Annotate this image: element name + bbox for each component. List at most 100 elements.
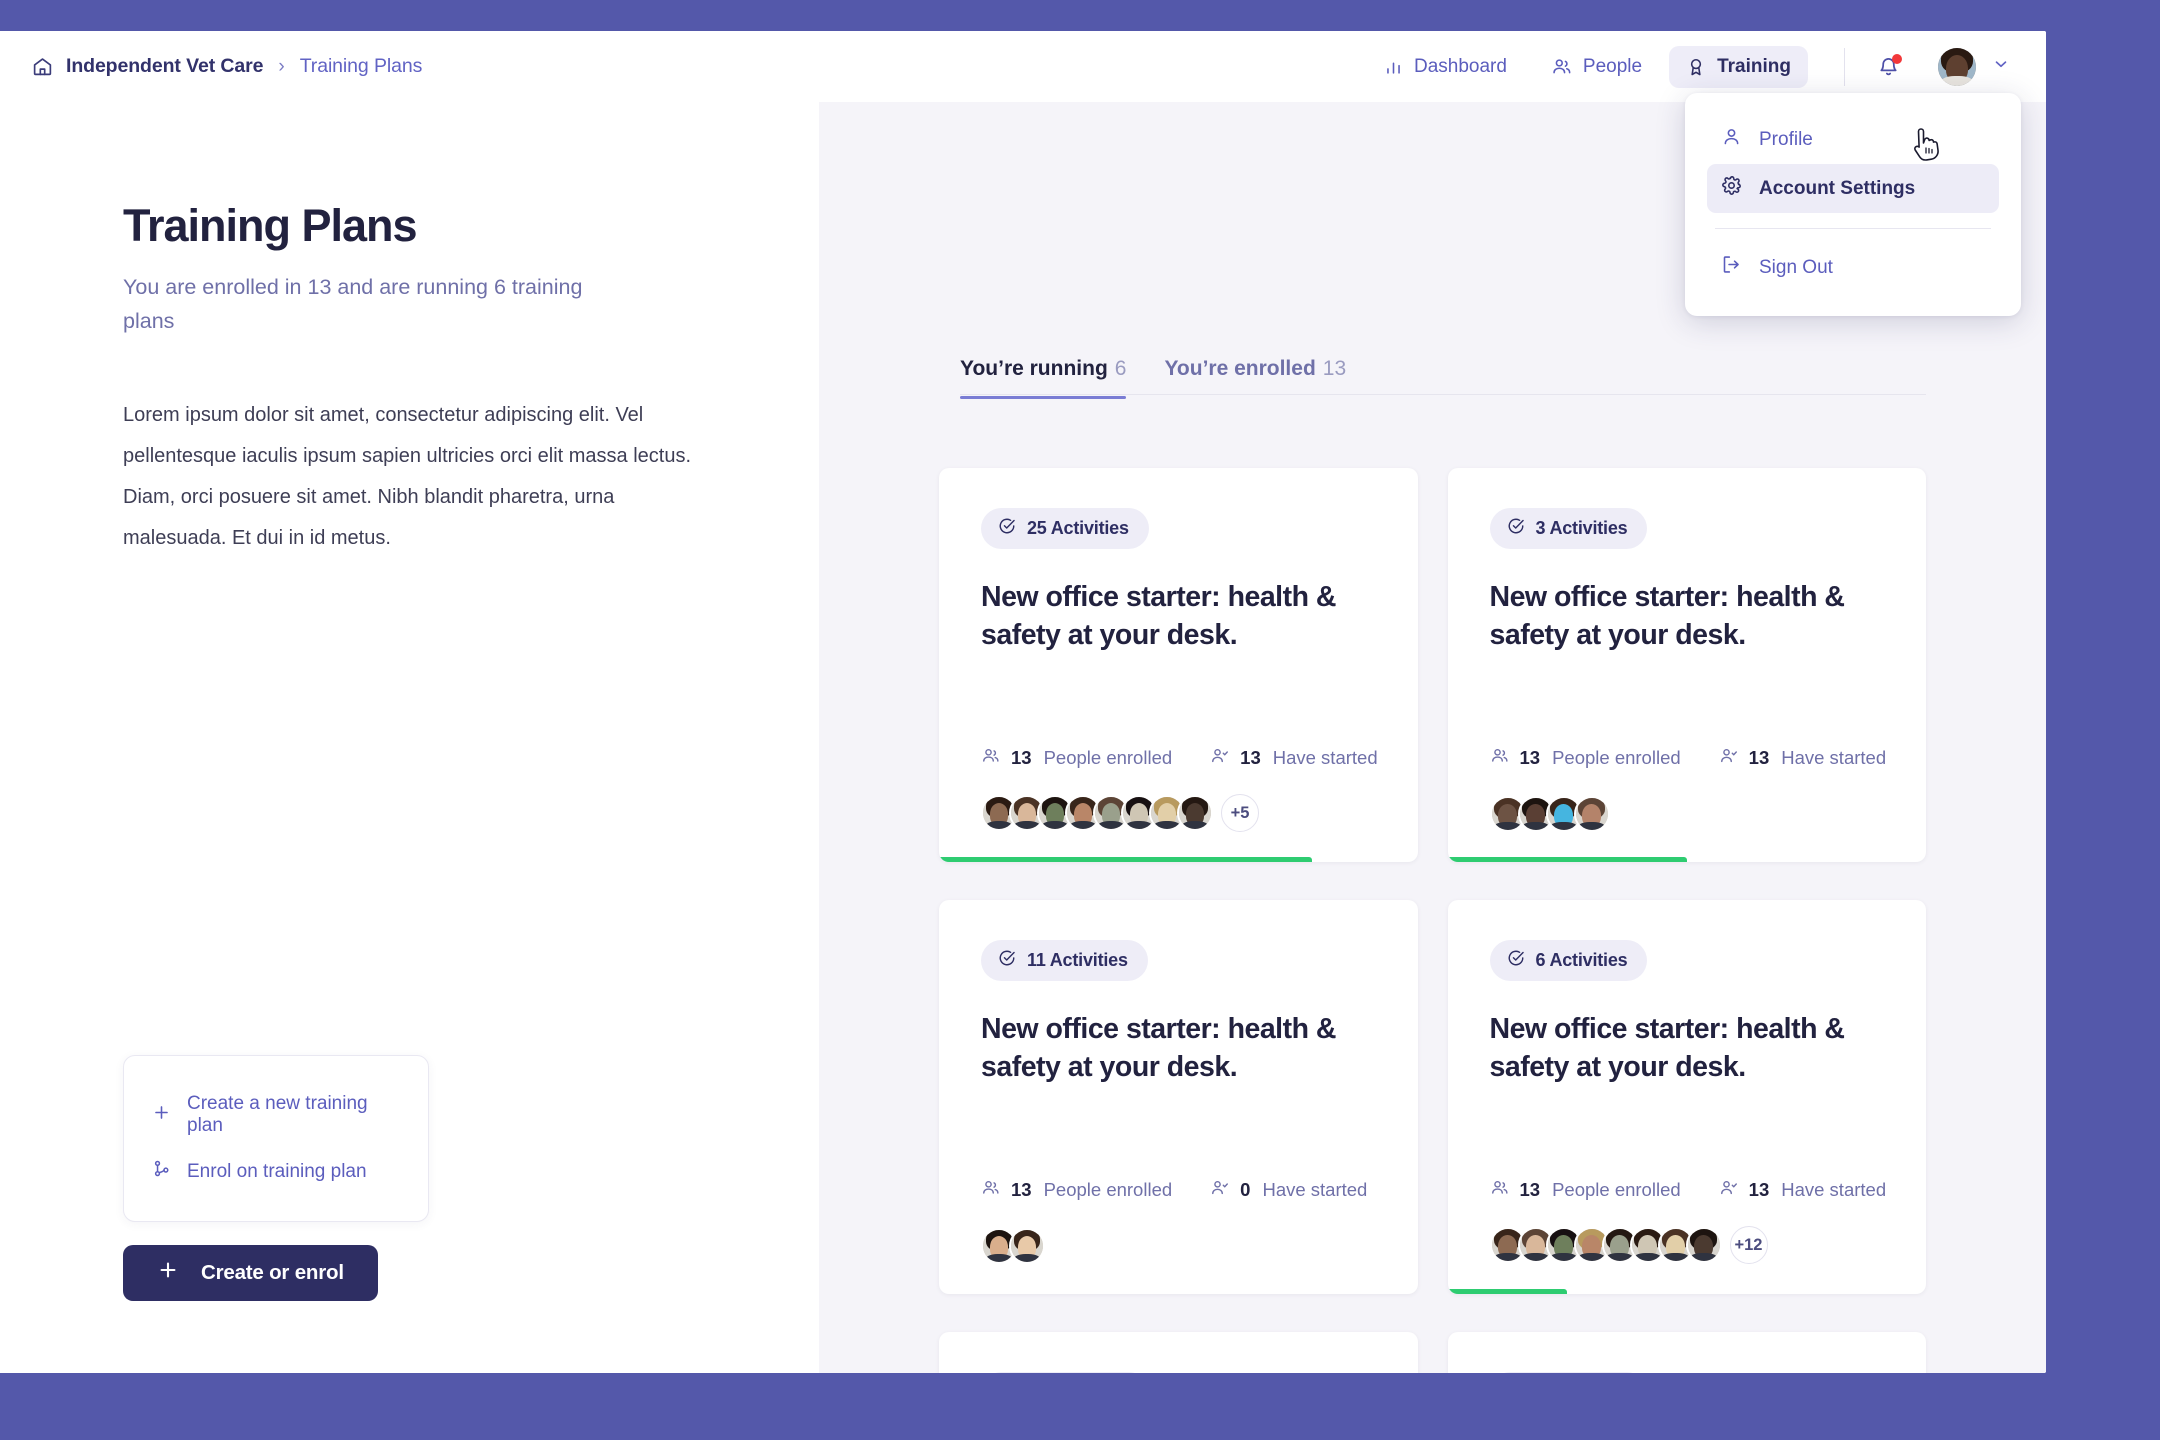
top-bar: Independent Vet Care › Training Plans Da…	[0, 31, 2046, 102]
people-icon	[1490, 1178, 1509, 1202]
tabs: You’re running 6 You’re enrolled 13	[960, 102, 1365, 399]
bar-chart-icon	[1384, 57, 1403, 76]
card-title: New office starter: health & safety at y…	[981, 581, 1336, 652]
menu-divider	[1715, 228, 1991, 229]
stat-have-started: 13 Have started	[1719, 1178, 1886, 1202]
breadcrumb-org[interactable]: Independent Vet Care	[66, 55, 263, 78]
nav-item-dashboard[interactable]: Dashboard	[1367, 46, 1524, 88]
menu-item-account-settings[interactable]: Account Settings	[1707, 128, 1999, 213]
page-subtitle: You are enrolled in 13 and are running 6…	[123, 275, 583, 333]
avatar	[1685, 1227, 1722, 1263]
plus-icon	[157, 1259, 179, 1287]
action-enrol-training-plan[interactable]: Enrol on training plan	[124, 1148, 428, 1195]
chevron-down-icon[interactable]	[1992, 55, 2010, 78]
account-menu-button[interactable]	[1938, 47, 2010, 86]
menu-item-sign-out[interactable]: Sign Out	[1707, 243, 1999, 292]
training-plan-card[interactable]: 25 Activities New office starter: health …	[939, 468, 1418, 862]
user-check-icon	[1210, 746, 1229, 770]
enrolled-avatars: +12	[1489, 1226, 1768, 1264]
activities-badge-label: 3 Activities	[1535, 518, 1628, 538]
create-or-enrol-button[interactable]: Create or enrol	[123, 1245, 378, 1301]
enrolled-avatars: +5	[981, 794, 1259, 832]
card-title: New office starter: health & safety at y…	[981, 1013, 1336, 1084]
training-plan-card[interactable]: 6 Activities New office starter: health &…	[1447, 900, 1926, 1294]
action-label-create: Create a new training plan	[187, 1093, 368, 1136]
tab-count-running: 6	[1114, 357, 1127, 380]
avatar-overflow-count[interactable]: +5	[1221, 794, 1259, 832]
tab-youre-running[interactable]: You’re running 6	[960, 357, 1145, 399]
notification-bell-icon[interactable]	[1877, 54, 1902, 78]
account-dropdown-menu: Profile Account Settings Sign Out	[1685, 93, 2021, 316]
activities-badge: 19 Activities	[981, 1372, 1149, 1373]
breadcrumb-separator-icon: ›	[278, 55, 285, 77]
card-title: New office starter: health & safety at y…	[1489, 1013, 1845, 1084]
people-icon	[981, 1178, 1000, 1202]
action-create-training-plan[interactable]: Create a new training plan	[124, 1082, 428, 1148]
quick-actions-card: Create a new training plan Enrol on trai…	[123, 1055, 429, 1222]
training-plan-card[interactable]: 9 ActivitiesNew office starter: health &…	[1447, 1332, 1926, 1373]
menu-label-profile: Profile	[1759, 128, 1813, 150]
topbar-divider	[1844, 47, 1845, 86]
notification-dot	[1892, 54, 1902, 64]
card-title: New office starter: health & safety at y…	[1489, 581, 1845, 652]
user-check-icon	[1719, 746, 1738, 770]
nav-item-people[interactable]: People	[1534, 46, 1659, 88]
gear-icon	[1721, 175, 1742, 202]
card-stats: 13 People enrolled 0 Have started	[981, 1178, 1367, 1202]
people-icon	[1551, 56, 1572, 77]
stat-people-enrolled: 13 People enrolled	[981, 1178, 1172, 1202]
page-title: Training Plans	[123, 200, 418, 251]
breadcrumb-current[interactable]: Training Plans	[300, 55, 423, 78]
avatar	[1177, 795, 1213, 831]
tab-count-enrolled: 13	[1322, 357, 1347, 380]
people-icon	[1490, 746, 1509, 770]
nav-label-dashboard: Dashboard	[1413, 55, 1507, 77]
card-stats: 13 People enrolled 13 Have started	[1490, 1178, 1886, 1202]
left-panel: Training Plans You are enrolled in 13 an…	[0, 102, 819, 1373]
menu-item-profile[interactable]: Profile	[1707, 115, 1999, 164]
check-circle-icon	[998, 949, 1016, 972]
training-plan-card[interactable]: 11 Activities New office starter: health …	[939, 900, 1418, 1294]
primary-button-label: Create or enrol	[201, 1261, 344, 1284]
progress-bar	[939, 857, 1313, 862]
stat-people-enrolled: 13 People enrolled	[1490, 746, 1681, 770]
activities-badge-label: 6 Activities	[1535, 950, 1628, 970]
nav-label-people: People	[1582, 55, 1643, 77]
stat-people-enrolled: 13 People enrolled	[1490, 1178, 1681, 1202]
award-icon	[1686, 57, 1706, 77]
stat-have-started: 13 Have started	[1210, 746, 1378, 770]
nav-item-training[interactable]: Training	[1669, 45, 1808, 88]
menu-label-sign-out: Sign Out	[1759, 256, 1833, 278]
home-icon[interactable]	[32, 56, 53, 77]
sign-out-icon	[1721, 254, 1742, 281]
tab-youre-enrolled[interactable]: You’re enrolled 13	[1145, 357, 1365, 399]
check-circle-icon	[1507, 949, 1525, 972]
action-label-enrol: Enrol on training plan	[187, 1160, 367, 1182]
plus-icon	[152, 1103, 171, 1128]
activities-badge: 3 Activities	[1489, 508, 1648, 549]
activities-badge-label: 25 Activities	[1027, 518, 1129, 538]
activities-badge: 9 Activities	[1489, 1372, 1648, 1373]
user-check-icon	[1210, 1178, 1229, 1202]
avatar-overflow-count[interactable]: +12	[1729, 1226, 1768, 1264]
card-stats: 13 People enrolled 13 Have started	[1490, 746, 1886, 770]
activities-badge: 11 Activities	[981, 940, 1148, 981]
training-plan-card[interactable]: 3 Activities New office starter: health &…	[1447, 468, 1926, 862]
training-plan-cards: 25 Activities New office starter: health …	[939, 468, 1926, 1373]
training-plan-card[interactable]: 19 ActivitiesNew office starter: health …	[939, 1332, 1418, 1373]
check-circle-icon	[1507, 517, 1525, 540]
activities-badge-label: 11 Activities	[1027, 950, 1128, 970]
page-description: Lorem ipsum dolor sit amet, consectetur …	[123, 403, 692, 549]
activities-badge: 6 Activities	[1489, 940, 1648, 981]
card-stats: 13 People enrolled 13 Have started	[981, 746, 1378, 770]
check-circle-icon	[998, 517, 1016, 540]
stat-have-started: 13 Have started	[1719, 746, 1886, 770]
top-navigation: Dashboard People Training	[1367, 45, 2010, 88]
enrolled-avatars	[1489, 796, 1610, 832]
activities-badge: 25 Activities	[981, 508, 1149, 549]
user-check-icon	[1719, 1178, 1738, 1202]
breadcrumb: Independent Vet Care › Training Plans	[32, 55, 422, 78]
avatar	[1573, 796, 1610, 832]
nav-label-training: Training	[1717, 55, 1791, 77]
tab-label-enrolled: You’re enrolled	[1164, 357, 1316, 380]
